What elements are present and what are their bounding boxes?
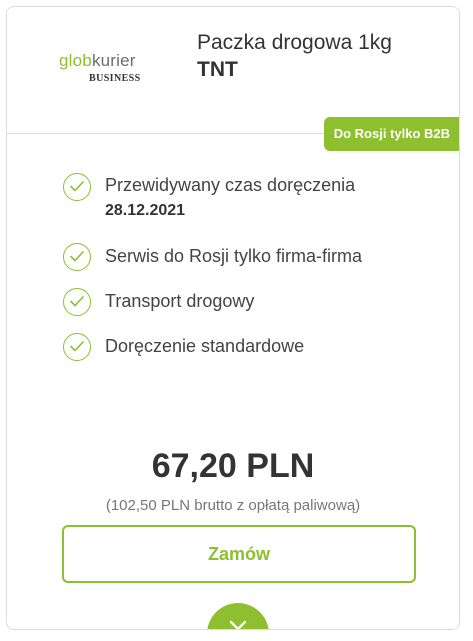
feature-label: Transport drogowy xyxy=(105,291,255,311)
feature-label: Przewidywany czas doręczenia xyxy=(105,175,356,195)
carrier-logo: globkurier BUSINESS xyxy=(59,51,179,91)
offer-title-block: Paczka drogowa 1kg TNT xyxy=(197,29,397,84)
offer-header: globkurier BUSINESS Paczka drogowa 1kg T… xyxy=(7,7,459,134)
feature-list: Przewidywany czas doręczenia 28.12.2021 … xyxy=(63,169,443,374)
chevron-down-icon xyxy=(229,620,247,629)
offer-card: globkurier BUSINESS Paczka drogowa 1kg T… xyxy=(6,6,460,630)
check-circle-icon xyxy=(63,243,91,271)
restriction-badge: Do Rosji tylko B2B xyxy=(323,117,459,151)
feature-item-standard: Doręczenie standardowe xyxy=(63,329,443,361)
carrier-name: TNT xyxy=(197,58,238,81)
feature-item-delivery-time: Przewidywany czas doręczenia 28.12.2021 xyxy=(63,169,443,224)
feature-label: Doręczenie standardowe xyxy=(105,336,305,356)
logo-text-business: BUSINESS xyxy=(89,73,141,84)
feature-item-transport: Transport drogowy xyxy=(63,284,443,316)
logo-text-kurier: kurier xyxy=(91,51,136,70)
price-gross-note: (102,50 PLN brutto z opłatą paliwową) xyxy=(105,497,361,514)
offer-title: Paczka drogowa 1kg xyxy=(197,31,392,54)
order-button[interactable]: Zamów xyxy=(62,525,416,583)
delivery-date: 28.12.2021 xyxy=(105,202,186,219)
feature-item-b2b: Serwis do Rosji tylko firma-firma xyxy=(63,239,443,271)
price-net: 67,20 PLN xyxy=(151,447,315,485)
check-circle-icon xyxy=(63,173,91,201)
feature-label: Serwis do Rosji tylko firma-firma xyxy=(105,246,363,266)
check-circle-icon xyxy=(63,333,91,361)
check-circle-icon xyxy=(63,288,91,316)
logo-text-glob: glob xyxy=(59,51,92,70)
expand-details-button[interactable] xyxy=(207,603,269,629)
